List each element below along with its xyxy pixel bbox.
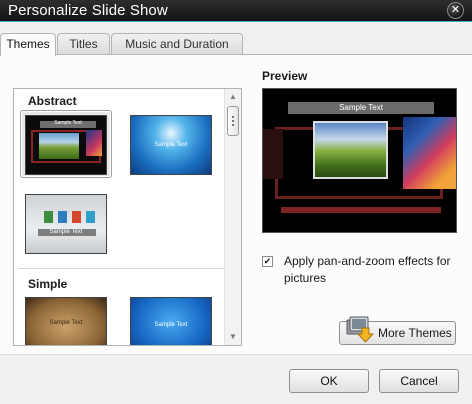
theme-thumbnail-simple-2[interactable]: Sample Text xyxy=(125,292,217,345)
preview-label: Preview xyxy=(262,69,308,83)
group-header-simple: Simple xyxy=(28,277,68,291)
scroll-up-arrow-icon[interactable]: ▲ xyxy=(225,90,241,104)
ok-button[interactable]: OK xyxy=(289,369,369,393)
themes-tab-panel: Abstract Sample Text Sample Text Sample … xyxy=(0,54,472,354)
theme-preview-image: Sample Text xyxy=(25,194,107,254)
tab-titles[interactable]: Titles xyxy=(57,33,110,55)
scroll-down-arrow-icon[interactable]: ▼ xyxy=(225,330,241,344)
theme-preview-image: Sample Text xyxy=(130,297,212,345)
scroll-thumb[interactable] xyxy=(227,106,239,136)
group-header-abstract: Abstract xyxy=(28,94,77,108)
tab-strip: Themes Titles Music and Duration xyxy=(0,33,472,56)
close-icon: ✕ xyxy=(450,4,461,16)
theme-thumbnail-abstract-2[interactable]: Sample Text xyxy=(125,110,217,178)
group-divider xyxy=(18,268,224,269)
window-title: Personalize Slide Show xyxy=(8,2,168,19)
theme-list: Abstract Sample Text Sample Text Sample … xyxy=(13,88,242,346)
theme-thumbnail-abstract-3[interactable]: Sample Text xyxy=(20,189,112,257)
preview-sample-text: Sample Text xyxy=(288,102,434,114)
close-button[interactable]: ✕ xyxy=(447,2,464,19)
tab-themes[interactable]: Themes xyxy=(0,33,56,56)
theme-preview-image: Sample Text xyxy=(130,115,212,175)
cancel-button[interactable]: Cancel xyxy=(379,369,459,393)
theme-list-scrollbar[interactable]: ▲ ▼ xyxy=(224,89,241,345)
more-themes-label: More Themes xyxy=(378,326,452,340)
download-themes-icon xyxy=(346,316,375,343)
theme-preview: Sample Text xyxy=(262,88,457,233)
pan-zoom-label: Apply pan-and-zoom effects for pictures xyxy=(284,254,451,285)
dialog-footer: OK Cancel xyxy=(0,354,472,404)
theme-thumbnail-abstract-1[interactable]: Sample Text xyxy=(20,110,112,178)
checkmark-icon: ✔ xyxy=(263,256,272,266)
theme-preview-image: Sample Text xyxy=(25,115,107,175)
title-bar: Personalize Slide Show ✕ xyxy=(0,0,472,22)
pan-zoom-checkbox[interactable]: ✔ xyxy=(262,256,273,267)
theme-thumbnail-simple-1[interactable]: Sample Text xyxy=(20,292,112,345)
theme-preview-image: Sample Text xyxy=(25,297,107,345)
more-themes-button[interactable]: More Themes xyxy=(339,316,456,345)
tab-music-and-duration[interactable]: Music and Duration xyxy=(111,33,243,55)
